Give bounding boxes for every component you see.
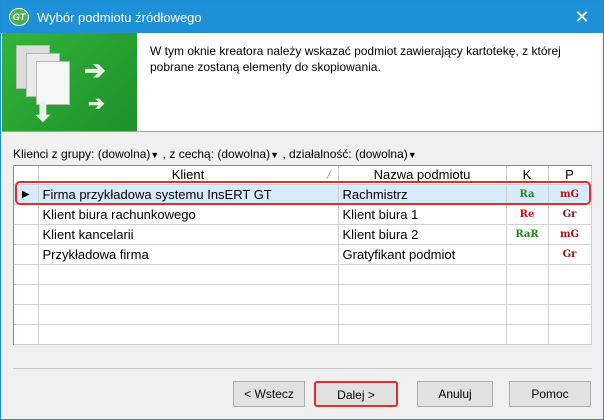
client-cell: Klient kancelarii	[38, 224, 339, 245]
entity-cell: Gratyfikant podmiot	[338, 244, 507, 265]
table-row[interactable]: ▶ Firma przykładowa systemu InsERT GT Rach…	[14, 184, 592, 205]
entity-cell	[338, 284, 507, 305]
copy-documents-illustration: ➔ ⬇ ➔	[2, 33, 137, 131]
wizard-description: W tym oknie kreatora należy wskazać podm…	[150, 44, 561, 74]
row-indicator-icon	[14, 324, 39, 345]
row-indicator-icon	[14, 304, 39, 325]
group-filter-dropdown[interactable]: (dowolna)▼	[98, 147, 160, 161]
module-p-badge: Gr	[548, 244, 592, 265]
client-cell	[38, 284, 339, 305]
client-cell	[38, 304, 339, 325]
entity-cell	[338, 304, 507, 325]
table-row[interactable]: Przykładowa firma Gratyfikant podmiot Gr	[14, 244, 592, 265]
module-k-badge	[506, 264, 549, 285]
next-button[interactable]: Dalej >	[314, 381, 398, 407]
wizard-window: GT Wybór podmiotu źródłowego ✕ ➔ ⬇ ➔ W t…	[0, 0, 604, 420]
table-row[interactable]	[14, 284, 592, 305]
dropdown-arrow-icon: ▼	[150, 150, 160, 160]
group-filter-value: (dowolna)	[97, 147, 151, 161]
entity-cell: Klient biura 2	[338, 224, 507, 245]
row-indicator-icon	[14, 284, 39, 305]
dropdown-arrow-icon: ▼	[407, 150, 417, 160]
client-cell: Firma przykładowa systemu InsERT GT	[38, 184, 339, 205]
client-cell	[38, 324, 339, 345]
arrow-down-icon: ⬇	[32, 97, 54, 127]
help-button[interactable]: Pomoc	[509, 381, 591, 407]
entity-cell: Rachmistrz	[338, 184, 507, 205]
divider	[13, 368, 592, 369]
module-k-badge: Ra	[506, 184, 549, 205]
activity-filter-label: , działalność:	[282, 147, 352, 161]
module-k-badge	[506, 284, 549, 305]
module-p-badge	[548, 324, 592, 345]
table-row[interactable]: Klient biura rachunkowego Klient biura 1R…	[14, 204, 592, 225]
activity-filter-dropdown[interactable]: (dowolna)▼	[355, 147, 417, 161]
row-indicator-header	[14, 166, 39, 185]
module-k-badge	[506, 244, 549, 265]
module-p-badge: mG	[548, 224, 592, 245]
column-header-p[interactable]: P	[548, 166, 592, 185]
module-p-badge: mG	[548, 184, 592, 205]
module-k-badge: Re	[506, 204, 549, 225]
feature-filter-label: , z cechą:	[162, 147, 215, 161]
table-row[interactable]	[14, 324, 592, 345]
row-indicator-icon: ▶	[14, 184, 39, 205]
row-indicator-icon	[14, 264, 39, 285]
cancel-button[interactable]: Anuluj	[417, 381, 493, 407]
module-p-badge	[548, 304, 592, 325]
module-k-badge: RaR	[506, 224, 549, 245]
insert-gt-app-icon: GT	[9, 8, 29, 26]
table-row[interactable]	[14, 264, 592, 285]
back-button[interactable]: < Wstecz	[233, 381, 305, 407]
module-k-badge	[506, 304, 549, 325]
client-cell: Przykładowa firma	[38, 244, 339, 265]
row-indicator-icon	[14, 224, 39, 245]
dropdown-arrow-icon: ▼	[270, 150, 280, 160]
row-indicator-icon	[14, 204, 39, 225]
entity-cell	[338, 324, 507, 345]
table-row[interactable]: Klient kancelarii Klient biura 2 RaR mG	[14, 224, 592, 245]
column-header-client[interactable]: Klient ╱	[38, 166, 339, 185]
close-icon[interactable]: ✕	[571, 6, 593, 28]
title-bar: GT Wybór podmiotu źródłowego ✕	[1, 1, 603, 33]
filter-bar: Klienci z grupy: (dowolna)▼ , z cechą: (…	[13, 147, 417, 161]
column-header-entity[interactable]: Nazwa podmiotu	[338, 166, 507, 185]
column-header-k[interactable]: K	[506, 166, 549, 185]
entity-grid[interactable]: Klient ╱ Nazwa podmiotu K P ▶ Firma przykł…	[13, 165, 592, 345]
group-filter-label: Klienci z grupy:	[13, 147, 95, 161]
module-p-badge	[548, 264, 592, 285]
module-k-badge	[506, 324, 549, 345]
divider	[2, 131, 602, 132]
module-p-badge: Gr	[548, 204, 592, 225]
module-p-badge	[548, 284, 592, 305]
wizard-header: ➔ ⬇ ➔ W tym oknie kreatora należy wskaza…	[2, 33, 602, 131]
table-row[interactable]	[14, 304, 592, 325]
sort-icon: ╱	[326, 170, 332, 179]
client-cell: Klient biura rachunkowego	[38, 204, 339, 225]
client-cell	[38, 264, 339, 285]
column-header-label: Klient	[171, 167, 205, 183]
row-indicator-icon	[14, 244, 39, 265]
arrow-right-icon: ➔	[88, 93, 105, 115]
feature-filter-value: (dowolna)	[217, 147, 271, 161]
window-title: Wybór podmiotu źródłowego	[37, 10, 202, 25]
entity-cell: Klient biura 1	[338, 204, 507, 225]
activity-filter-value: (dowolna)	[355, 147, 408, 161]
feature-filter-dropdown[interactable]: (dowolna)▼	[217, 147, 279, 161]
arrow-right-icon: ➔	[84, 55, 106, 85]
entity-cell	[338, 264, 507, 285]
